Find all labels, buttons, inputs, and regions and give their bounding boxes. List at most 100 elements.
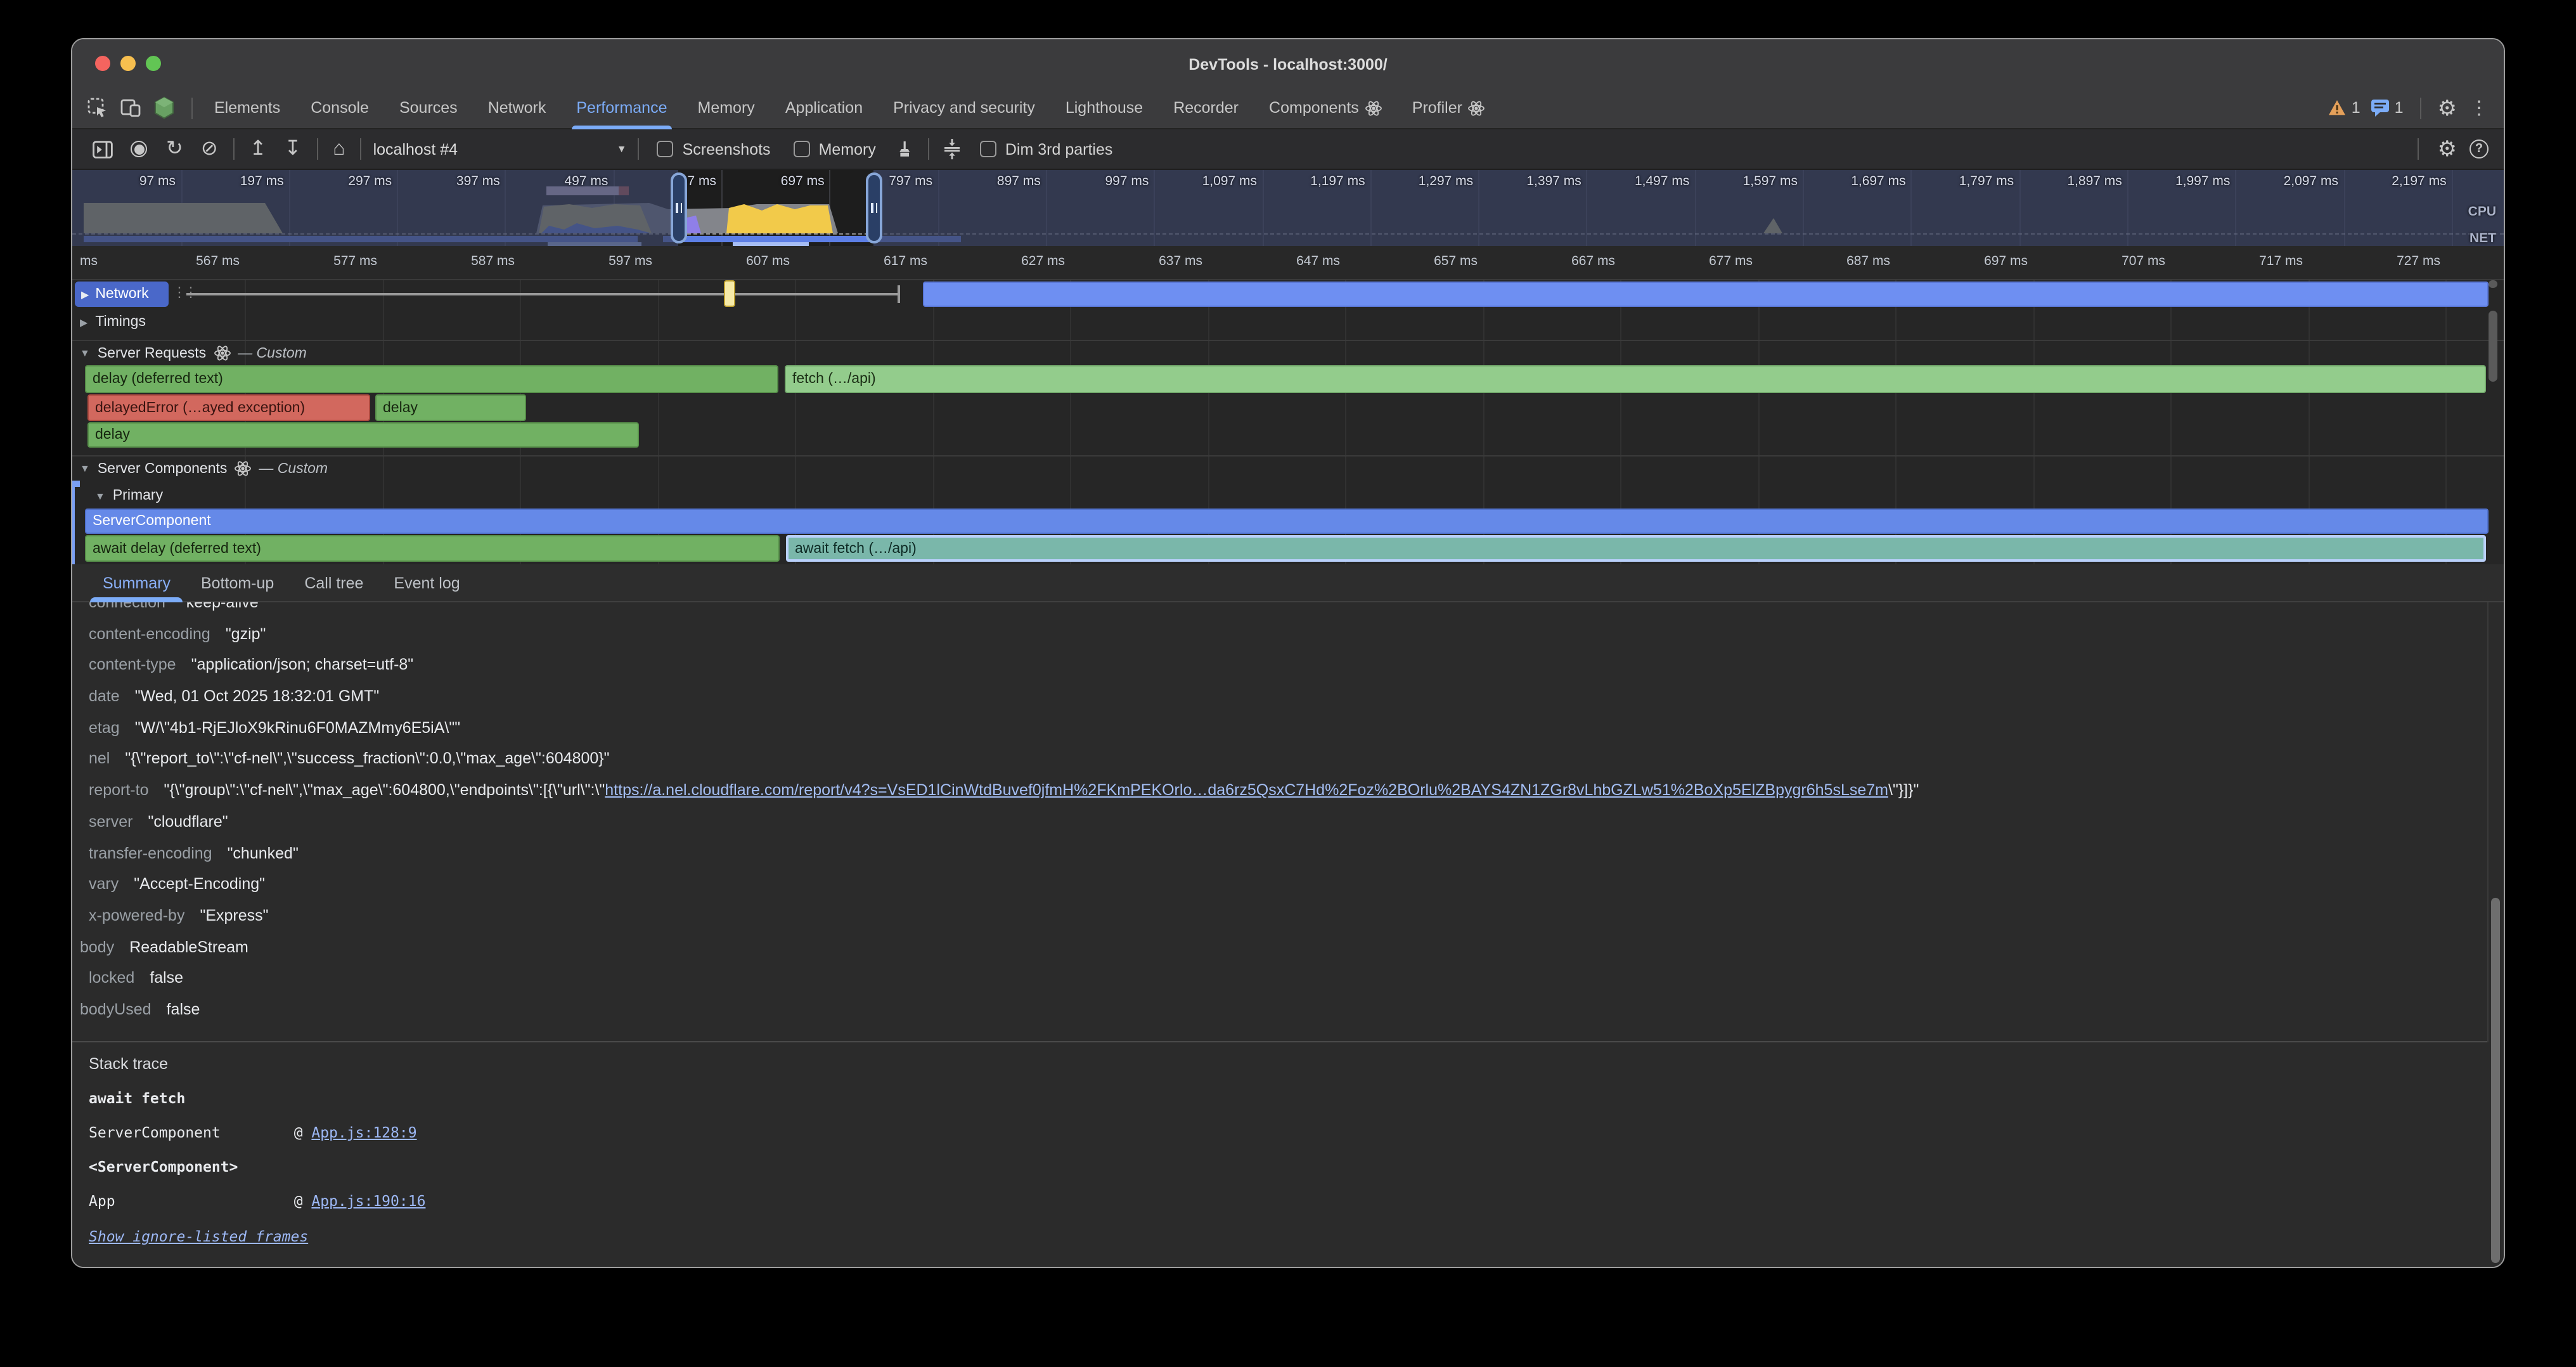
flame-scrollbar-thumb[interactable] [2489,280,2497,288]
header-key: content-type [89,656,176,674]
overview-time-label: 797 ms [844,174,932,189]
tab-application[interactable]: Application [770,87,878,129]
drag-handle-icon[interactable]: ⋮⋮ [172,284,195,301]
flame-scrollbar-thumb[interactable] [2489,311,2497,382]
timeline-overview[interactable]: 97 ms197 ms297 ms397 ms497 ms597 ms697 m… [72,170,2504,246]
settings-gear-icon[interactable]: ⚙ [2438,97,2457,119]
clear-recording-button[interactable]: ⊘ [192,139,227,159]
screenshots-checkbox[interactable]: Screenshots [657,140,771,158]
separator [191,97,193,119]
more-options-icon[interactable]: ⋮ [2467,96,2491,119]
collapsed-arrow-icon: ▶ [80,316,87,328]
details-tab-bar: Summary Bottom-up Call tree Event log [72,564,2504,602]
header-key: vary [89,875,119,893]
history-dropdown[interactable]: localhost #4 ▼ [373,140,627,158]
span-delay-deferred[interactable]: delay (deferred text) [85,365,778,393]
ruler-label: 677 ms [1656,254,1753,269]
inspect-element-icon[interactable] [87,98,108,118]
tab-bottom-up[interactable]: Bottom-up [186,564,289,602]
frame-name: <ServerComponent> [89,1158,238,1176]
network-request-bar[interactable] [923,282,2489,307]
primary-label-text: Primary [113,488,163,503]
overview-time-label: 2,197 ms [2358,174,2447,189]
span-delay-2[interactable]: delay [375,394,526,421]
tab-network[interactable]: Network [473,87,562,129]
overview-time-label: 2,097 ms [2250,174,2338,189]
span-server-component[interactable]: ServerComponent [85,509,2489,534]
track-network-label[interactable]: ▶ Network [75,282,169,307]
capture-settings-gear-icon[interactable]: ⚙ [2438,138,2457,160]
show-ignore-listed-frames-link[interactable]: Show ignore-listed frames [89,1228,2504,1245]
frame-name: ServerComponent [89,1124,276,1141]
span-fetch-api[interactable]: fetch (…/api) [785,365,2486,393]
help-icon[interactable]: ? [2470,139,2489,159]
tab-label: Memory [698,87,755,129]
span-delayed-error[interactable]: delayedError (…ayed exception) [87,394,370,421]
record-button[interactable] [131,141,147,157]
load-profile-icon[interactable]: ↥ [241,139,276,159]
expanded-arrow-icon: ▼ [95,490,105,502]
console-messages-icon[interactable]: 1 [2371,98,2404,117]
tab-label: Sources [399,87,458,129]
save-profile-icon[interactable]: ↧ [275,139,310,159]
tab-call-tree[interactable]: Call tree [289,564,378,602]
tab-elements[interactable]: Elements [199,87,295,129]
flame-chart[interactable]: ▶ Network ⋮⋮ ▶ Timings ▼ Server Requests… [72,280,2504,564]
track-timings[interactable]: ▶ Timings [80,314,146,330]
tab-label: Privacy and security [893,87,1035,129]
react-atom-icon [214,345,230,361]
tab-components[interactable]: Components [1254,87,1397,129]
tab-lighthouse[interactable]: Lighthouse [1050,87,1158,129]
separator [928,138,929,160]
report-to-url-link[interactable]: https://a.nel.cloudflare.com/report/v4?s… [605,781,1888,799]
network-marker[interactable] [724,280,735,307]
source-location-link[interactable]: App.js:128:9 [311,1124,416,1141]
separator [2420,97,2421,119]
ruler-label: 707 ms [2069,254,2165,269]
header-key: x-powered-by [89,907,184,924]
track-server-components[interactable]: ▼ Server Components — Custom [80,460,328,477]
memory-checkbox[interactable]: Memory [794,140,876,158]
header-row-vary: vary"Accept-Encoding" [72,869,2478,900]
overview-time-label: 1,697 ms [1817,174,1906,189]
tab-memory[interactable]: Memory [683,87,770,129]
tab-sources[interactable]: Sources [384,87,473,129]
overview-time-label: 1,197 ms [1277,174,1365,189]
header-row-transfer-encoding: transfer-encoding"chunked" [72,838,2478,869]
summary-pane[interactable]: connection"keep-alive"content-encoding"g… [72,602,2504,1041]
details-scrollbar-thumb[interactable] [2491,898,2500,1263]
track-primary[interactable]: ▼ Primary [95,488,163,503]
show-ignore-listed-frames-text[interactable]: Show ignore-listed frames [89,1228,308,1245]
reload-and-record-button[interactable]: ↻ [157,139,192,159]
issues-warning-icon[interactable]: 1 [2328,99,2360,117]
tab-performance[interactable]: Performance [561,87,682,129]
collapse-tracks-icon[interactable] [936,138,969,160]
span-delay-3[interactable]: delay [87,422,639,448]
screen: DevTools - localhost:3000/ ElementsConso… [0,0,2576,1367]
tab-bar-right: 1 1 ⚙ ⋮ [2328,96,2504,119]
cpu-lane-label: CPU [2468,204,2496,219]
span-await-fetch[interactable]: await fetch (…/api) [786,535,2486,562]
tab-profiler[interactable]: Profiler [1397,87,1500,129]
header-row-content-encoding: content-encoding"gzip" [72,618,2478,649]
toggle-sidebar-icon[interactable] [85,140,120,158]
nodejs-icon[interactable] [153,96,175,119]
track-server-requests[interactable]: ▼ Server Requests — Custom [80,345,307,361]
overview-time-label: 1,097 ms [1168,174,1257,189]
span-await-delay[interactable]: await delay (deferred text) [85,535,780,562]
overview-time-label: 897 ms [952,174,1041,189]
tab-summary[interactable]: Summary [87,564,186,602]
primary-group-line [72,483,75,564]
dim-3rd-parties-checkbox[interactable]: Dim 3rd parties [980,140,1113,158]
tab-recorder[interactable]: Recorder [1158,87,1254,129]
home-icon[interactable]: ⌂ [324,139,354,159]
tab-privacy-and-security[interactable]: Privacy and security [878,87,1050,129]
selection-handle-left[interactable] [671,172,687,243]
garbage-collect-icon[interactable] [887,139,922,159]
device-toolbar-icon[interactable] [120,99,141,117]
tab-event-log[interactable]: Event log [378,564,475,602]
overview-time-label: 997 ms [1060,174,1149,189]
source-location-link[interactable]: App.js:190:16 [311,1192,425,1210]
selection-handle-right[interactable] [866,172,882,243]
tab-console[interactable]: Console [295,87,384,129]
